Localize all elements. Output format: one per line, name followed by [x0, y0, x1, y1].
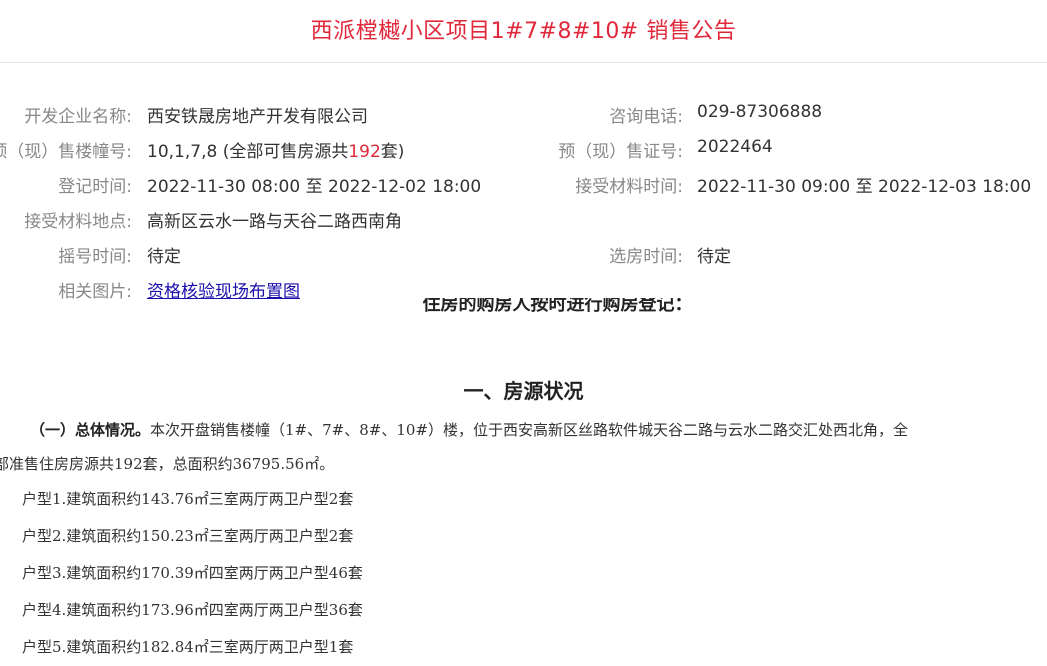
accept-time-label: 接受材料时间:	[575, 177, 683, 197]
unit-type-item: 户型2.建筑面积约150.23㎡三室两厅两卫户型2套	[22, 527, 354, 545]
phone-value: 029-87306888	[697, 102, 823, 122]
title-bar: 西派樘樾小区项目1#7#8#10# 销售公告	[0, 0, 1047, 63]
buildings-value-suffix: 套)	[380, 142, 405, 162]
announcement-article: 住房的购房人按时进行购房登记： 一、房源状况 （一）总体情况。本次开盘销售楼幢（…	[0, 298, 1047, 666]
unit-type-item: 户型3.建筑面积约170.39㎡四室两厅两卫户型46套	[22, 564, 363, 582]
permit-value: 2022464	[697, 137, 773, 157]
buildings-value-prefix: 10,1,7,8 (全部可售房源共	[147, 142, 349, 162]
section-heading: 一、房源状况	[463, 379, 584, 403]
accept-place-value: 高新区云水一路与天谷二路西南角	[147, 212, 402, 232]
overall-text-2: 部准售住房房源共192套，总面积约36795.56㎡。	[0, 455, 335, 473]
buildings-label: 预（现）售楼幢号:	[0, 142, 132, 162]
info-row-developer: 开发企业名称: 西安铁晟房地产开发有限公司 咨询电话: 029-87306888	[0, 102, 1047, 132]
buildings-count: 192	[348, 142, 381, 162]
lottery-label: 摇号时间:	[58, 247, 132, 267]
info-row-accept-place: 接受材料地点: 高新区云水一路与天谷二路西南角	[0, 207, 1047, 237]
developer-label: 开发企业名称:	[24, 107, 132, 127]
unit-type-item: 户型4.建筑面积约173.96㎡四室两厅两卫户型36套	[22, 601, 363, 619]
buildings-value: 10,1,7,8 (全部可售房源共192套)	[147, 137, 404, 162]
partially-hidden-text: 住房的购房人按时进行购房登记：	[422, 298, 693, 315]
overall-line-1: （一）总体情况。本次开盘销售楼幢（1#、7#、8#、10#）楼，位于西安高新区丝…	[0, 413, 1044, 447]
developer-value: 西安铁晟房地产开发有限公司	[147, 107, 368, 127]
accept-time-value: 2022-11-30 09:00 至 2022-12-03 18:00	[697, 177, 1032, 197]
overall-bold-label: （一）总体情况。	[30, 421, 151, 439]
overall-paragraph: （一）总体情况。本次开盘销售楼幢（1#、7#、8#、10#）楼，位于西安高新区丝…	[0, 413, 1044, 481]
overall-text-1: 本次开盘销售楼幢（1#、7#、8#、10#）楼，位于西安高新区丝路软件城天谷二路…	[150, 421, 909, 439]
select-value: 待定	[697, 247, 731, 267]
register-value: 2022-11-30 08:00 至 2022-12-02 18:00	[147, 177, 482, 197]
accept-place-label: 接受材料地点:	[24, 212, 132, 232]
info-row-buildings: 预（现）售楼幢号: 10,1,7,8 (全部可售房源共192套) 预（现）售证号…	[0, 137, 1047, 167]
page-title: 西派樘樾小区项目1#7#8#10# 销售公告	[310, 19, 737, 44]
partially-hidden-line: 住房的购房人按时进行购房登记：	[0, 298, 1047, 324]
unit-type-item: 户型5.建筑面积约182.84㎡三室两厅两卫户型1套	[22, 638, 354, 656]
unit-type-item: 户型1.建筑面积约143.76㎡三室两厅两卫户型2套	[22, 490, 354, 508]
register-label: 登记时间:	[58, 177, 132, 197]
unit-type-list: 户型1.建筑面积约143.76㎡三室两厅两卫户型2套 户型2.建筑面积约150.…	[22, 481, 363, 666]
phone-label: 咨询电话:	[609, 107, 683, 127]
sales-announcement-page: 西派樘樾小区项目1#7#8#10# 销售公告 开发企业名称: 西安铁晟房地产开发…	[0, 0, 1047, 666]
info-row-lottery: 摇号时间: 待定 选房时间: 待定	[0, 242, 1047, 272]
lottery-value: 待定	[147, 247, 181, 267]
info-row-register: 登记时间: 2022-11-30 08:00 至 2022-12-02 18:0…	[0, 172, 1047, 202]
select-label: 选房时间:	[609, 247, 683, 267]
permit-label: 预（现）售证号:	[558, 142, 683, 162]
